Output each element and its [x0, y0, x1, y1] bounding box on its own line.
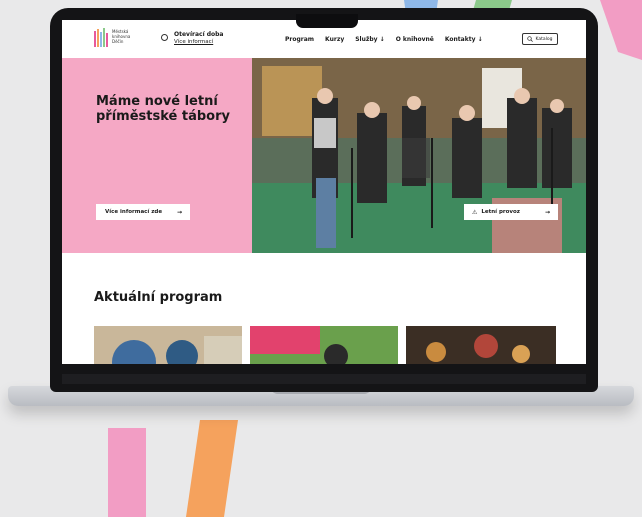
opening-hours-title: Otevírací doba: [174, 31, 224, 38]
library-logo-icon[interactable]: [94, 28, 108, 48]
nav-item-kurzy[interactable]: Kurzy: [325, 36, 344, 43]
decor-stripe-orange-bottom: [186, 420, 238, 517]
opening-hours-link[interactable]: Více informací: [174, 39, 213, 45]
decor-stripe-pink-right: [600, 0, 642, 60]
hero-photo-orchestra: ⚠ Letní provoz →: [252, 58, 586, 253]
photo-children-orchestra: [252, 58, 586, 253]
program-card-3[interactable]: [406, 326, 556, 364]
search-icon: [527, 36, 534, 42]
catalog-search-button[interactable]: Katalog: [522, 33, 558, 45]
laptop-hinge: [62, 374, 586, 384]
program-card-image: [250, 326, 398, 364]
laptop-camera-notch: [296, 14, 358, 28]
program-card-image: [406, 326, 556, 364]
hero-banner: Máme nové letní příměstské tábory Více i…: [62, 58, 586, 253]
website-screen: Městská knihovna Děčín Otevírací doba Ví…: [62, 20, 586, 364]
clock-icon: [161, 34, 168, 41]
logo-text: Městská knihovna Děčín: [112, 29, 131, 44]
program-card-image: [94, 326, 242, 364]
nav-item-o-knihovne[interactable]: O knihovně: [396, 36, 434, 43]
program-cards: [94, 326, 556, 364]
decor-stripe-pink-bottom: [108, 428, 146, 517]
main-nav: Program Kurzy Služby ↓ O knihovně Kontak…: [285, 36, 483, 43]
catalog-label: Katalog: [535, 36, 553, 42]
program-section-title: Aktuální program: [94, 290, 223, 305]
more-info-label: Více informací zde: [105, 209, 163, 215]
more-info-button[interactable]: Více informací zde →: [96, 204, 190, 220]
program-card-2[interactable]: [250, 326, 398, 364]
summer-hours-button[interactable]: ⚠ Letní provoz →: [464, 204, 558, 220]
hero-text-panel: Máme nové letní příměstské tábory Více i…: [62, 58, 252, 253]
nav-item-sluzby[interactable]: Služby ↓: [355, 36, 384, 43]
arrow-right-icon: →: [176, 208, 182, 216]
warning-icon: ⚠: [472, 208, 478, 216]
arrow-right-icon: →: [544, 208, 550, 216]
hero-title: Máme nové letní příměstské tábory: [96, 94, 230, 124]
program-card-1[interactable]: [94, 326, 242, 364]
summer-hours-label: Letní provoz: [481, 209, 520, 215]
nav-item-program[interactable]: Program: [285, 36, 314, 43]
nav-item-kontakty[interactable]: Kontakty ↓: [445, 36, 483, 43]
